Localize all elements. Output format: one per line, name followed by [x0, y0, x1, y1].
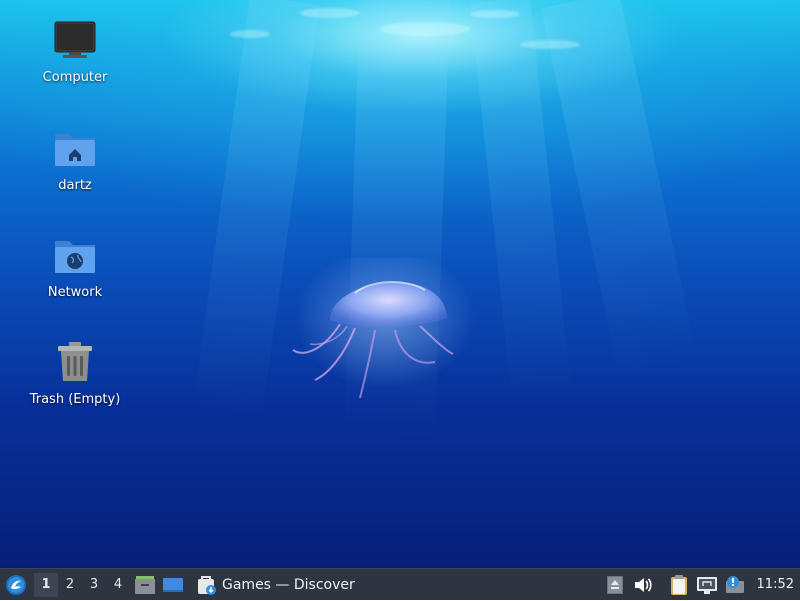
clipboard-icon	[670, 574, 687, 595]
surface-ripple	[300, 8, 360, 18]
surface-ripple	[470, 10, 520, 18]
desktop-icon-label: Network	[47, 285, 103, 300]
light-ray	[540, 0, 699, 381]
desktop-icon-network[interactable]: Network	[20, 231, 130, 300]
surface-ripple	[380, 22, 470, 36]
desktop-icon-dartz[interactable]: dartz	[20, 124, 130, 193]
desktop-icon-label: Trash (Empty)	[29, 392, 121, 407]
desktop-wallpaper: Computer dartz Network Trash (Empty)	[0, 0, 800, 568]
volume-button[interactable]	[629, 571, 657, 599]
network-status-button[interactable]	[693, 571, 721, 599]
desktop-icon-label: dartz	[58, 178, 92, 193]
show-desktop-icon	[163, 577, 183, 592]
eject-icon	[606, 575, 623, 594]
eject-button[interactable]	[601, 571, 629, 599]
surface-ripple	[520, 40, 580, 49]
workspace-switcher: 1 2 3 4	[34, 572, 130, 597]
show-desktop-launcher[interactable]	[160, 571, 186, 599]
workspace-3-button[interactable]: 3	[82, 573, 106, 597]
desktop-icon-label: Computer	[42, 70, 108, 85]
computer-icon	[51, 16, 99, 64]
workspace-1-button[interactable]: 1	[34, 572, 58, 597]
volume-icon	[634, 577, 652, 592]
update-notifier-icon	[725, 575, 744, 593]
network-wired-icon	[696, 576, 717, 594]
lubuntu-menu-icon	[6, 574, 26, 595]
jellyfish-image	[292, 258, 475, 399]
taskbar: 1 2 3 4 Games — Discover 11:52	[0, 568, 800, 600]
clipboard-button[interactable]	[665, 571, 693, 599]
workspace-2-button[interactable]: 2	[58, 573, 82, 597]
home-folder-icon	[51, 124, 99, 172]
desktop-icon-trash[interactable]: Trash (Empty)	[20, 338, 130, 407]
surface-ripple	[230, 30, 270, 38]
taskbar-window-title: Games — Discover	[222, 576, 355, 593]
start-menu-button[interactable]	[0, 569, 32, 601]
file-manager-icon	[135, 575, 155, 594]
clock[interactable]: 11:52	[749, 577, 800, 592]
network-folder-icon	[51, 231, 99, 279]
taskbar-window-discover[interactable]: Games — Discover	[192, 571, 361, 599]
discover-icon	[198, 575, 216, 595]
file-manager-launcher[interactable]	[132, 571, 158, 599]
update-notifier-button[interactable]	[721, 571, 749, 599]
desktop-icon-computer[interactable]: Computer	[20, 16, 130, 85]
workspace-4-button[interactable]: 4	[106, 573, 130, 597]
trash-icon	[51, 338, 99, 386]
